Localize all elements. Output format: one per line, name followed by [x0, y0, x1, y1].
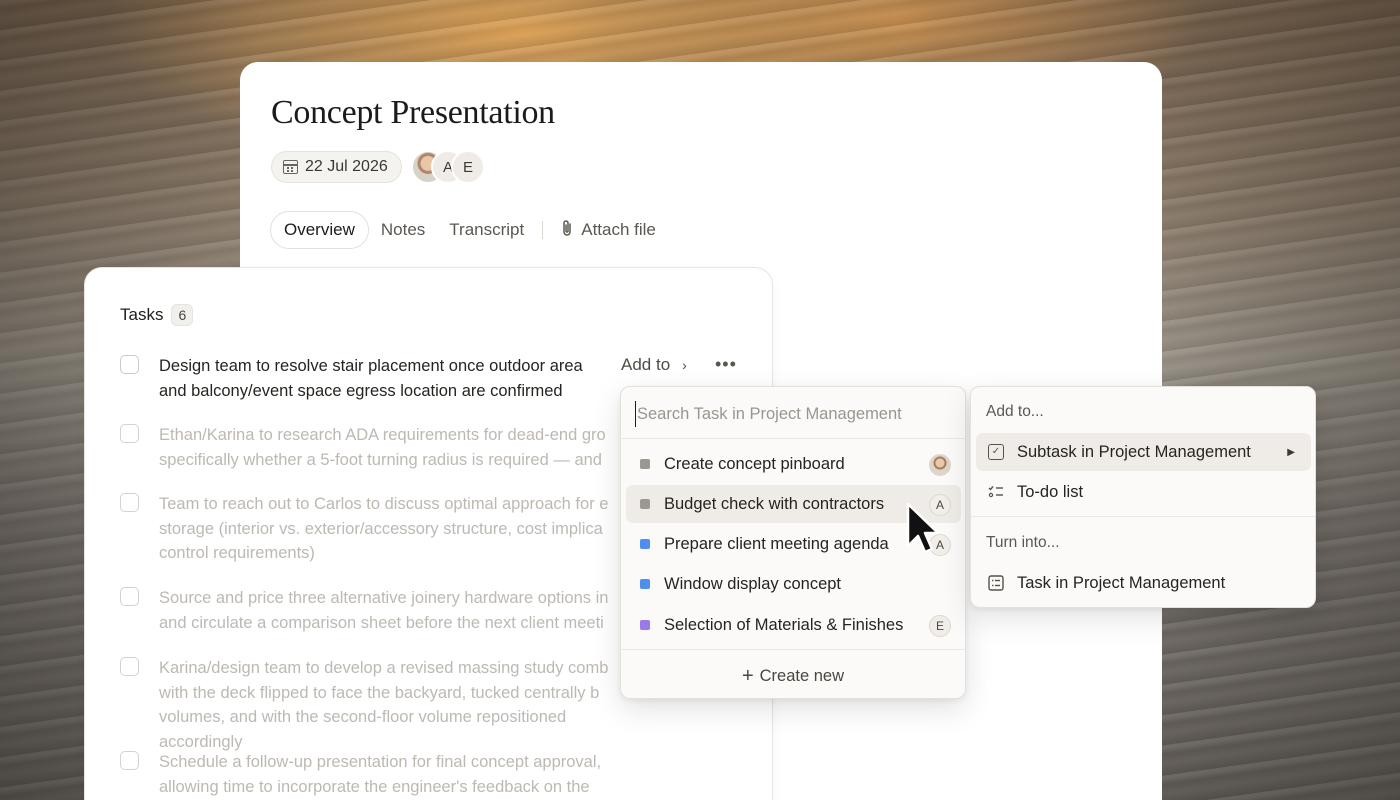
submenu-heading-turn-into: Turn into...	[986, 534, 1060, 551]
task-checkbox[interactable]	[120, 355, 139, 374]
assignee-avatar	[929, 454, 951, 476]
submenu-item-subtask[interactable]: ✓ Subtask in Project Management ▶	[976, 433, 1311, 471]
plus-icon: +	[741, 665, 754, 687]
task-text: Schedule a follow-up presentation for fi…	[159, 753, 602, 796]
dropdown-item-label: Window display concept	[664, 574, 842, 593]
dropdown-item-label: Budget check with contractors	[664, 494, 885, 513]
task-checkbox[interactable]	[120, 751, 139, 770]
date-label: 22 Jul 2026	[305, 158, 388, 175]
dropdown-item-label: Prepare client meeting agenda	[664, 534, 889, 553]
status-square-icon	[640, 579, 650, 589]
dropdown-item[interactable]: Create concept pinboard	[626, 445, 961, 483]
mouse-cursor-icon	[906, 502, 939, 554]
submenu-item-label: Subtask in Project Management	[1017, 442, 1251, 461]
add-to-button[interactable]: Add to ›	[621, 355, 687, 375]
tab-divider	[542, 221, 544, 239]
tasks-count-badge: 6	[171, 304, 194, 326]
page-title: Concept Presentation	[271, 94, 555, 131]
participants[interactable]: A E	[411, 150, 487, 184]
dropdown-item[interactable]: Selection of Materials & Finishes E	[626, 606, 961, 644]
triangle-right-icon: ▶	[1287, 446, 1295, 458]
task-item[interactable]: Schedule a follow-up presentation for fi…	[120, 750, 620, 800]
add-to-submenu: Add to... ✓ Subtask in Project Managemen…	[970, 386, 1316, 608]
task-checkbox[interactable]	[120, 587, 139, 606]
submenu-item-task[interactable]: Task in Project Management	[976, 564, 1311, 602]
status-square-icon	[640, 459, 650, 469]
submenu-heading-add-to: Add to...	[986, 403, 1044, 420]
status-square-icon	[640, 499, 650, 509]
dropdown-divider	[621, 649, 965, 650]
task-item[interactable]: Ethan/Karina to research ADA requirement…	[120, 423, 620, 472]
todo-list-icon	[988, 484, 1004, 500]
task-text: Karina/design team to develop a revised …	[159, 659, 609, 751]
task-list-icon	[988, 575, 1004, 591]
dropdown-item-label: Create concept pinboard	[664, 454, 845, 473]
date-chip[interactable]: 22 Jul 2026	[271, 151, 402, 183]
create-new-label: Create new	[759, 667, 845, 685]
more-options-button[interactable]: •••	[715, 354, 737, 375]
tab-overview[interactable]: Overview	[270, 211, 369, 249]
avatar-e: E	[451, 150, 485, 184]
tasks-header: Tasks 6	[120, 304, 194, 326]
task-checkbox[interactable]	[120, 493, 139, 512]
paperclip-icon	[561, 219, 573, 242]
checkbox-icon: ✓	[988, 444, 1004, 460]
attach-file-button[interactable]: Attach file	[549, 211, 668, 249]
task-item[interactable]: Design team to resolve stair placement o…	[120, 354, 620, 403]
tab-notes[interactable]: Notes	[369, 211, 437, 249]
add-to-label: Add to	[621, 355, 671, 374]
submenu-item-label: To-do list	[1017, 482, 1084, 501]
submenu-item-label: Task in Project Management	[1017, 573, 1226, 592]
attach-file-label: Attach file	[581, 220, 656, 239]
chevron-right-icon: ›	[682, 357, 687, 373]
create-new-button[interactable]: + Create new	[621, 665, 965, 688]
task-text: Design team to resolve stair placement o…	[159, 357, 583, 400]
tab-bar: Overview Notes Transcript Attach file	[270, 211, 668, 249]
task-text: Team to reach out to Carlos to discuss o…	[159, 495, 609, 562]
task-item[interactable]: Source and price three alternative joine…	[120, 586, 620, 635]
dropdown-item[interactable]: Window display concept	[626, 565, 961, 603]
task-item[interactable]: Karina/design team to develop a revised …	[120, 656, 620, 754]
dropdown-item-label: Selection of Materials & Finishes	[664, 615, 904, 634]
dropdown-divider	[621, 438, 965, 439]
status-square-icon	[640, 539, 650, 549]
tasks-title: Tasks	[120, 305, 164, 324]
task-item[interactable]: Team to reach out to Carlos to discuss o…	[120, 492, 620, 566]
tab-transcript[interactable]: Transcript	[437, 211, 536, 249]
assignee-avatar: E	[929, 615, 951, 637]
task-text: Source and price three alternative joine…	[159, 589, 609, 632]
task-checkbox[interactable]	[120, 424, 139, 443]
task-text: Ethan/Karina to research ADA requirement…	[159, 426, 606, 469]
calendar-icon	[283, 160, 298, 174]
task-checkbox[interactable]	[120, 657, 139, 676]
submenu-item-todo[interactable]: To-do list	[976, 473, 1311, 511]
submenu-divider	[971, 516, 1315, 517]
status-square-icon	[640, 620, 650, 630]
task-search-input[interactable]	[635, 401, 953, 427]
